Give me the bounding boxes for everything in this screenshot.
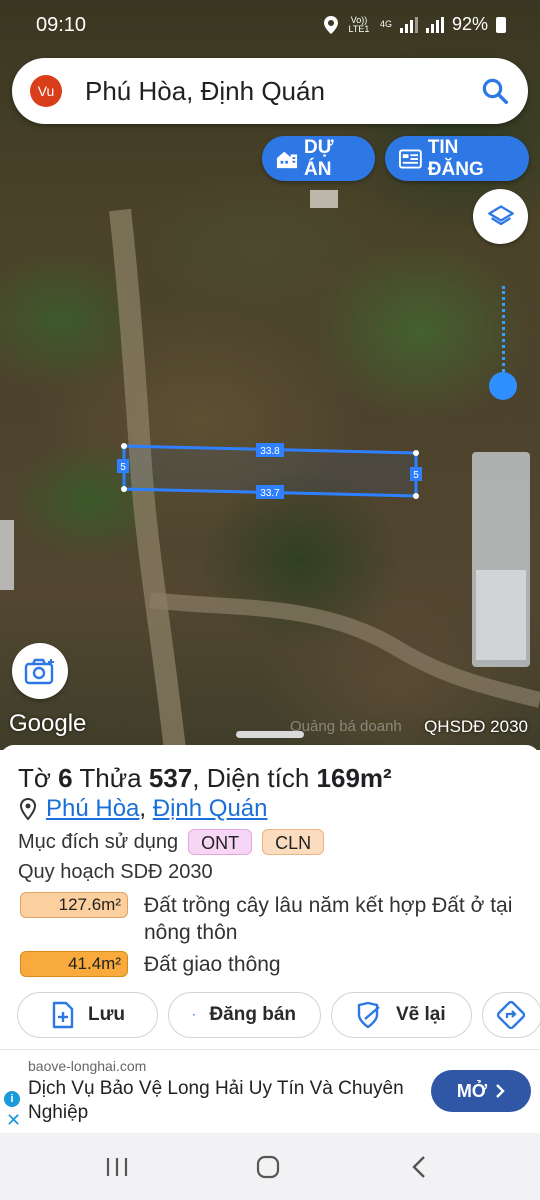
draw-shield-icon: [357, 1001, 380, 1029]
battery-percent: 92%: [451, 14, 488, 34]
calendar-icon: [193, 1013, 196, 1017]
parcel-vertex[interactable]: [413, 493, 419, 499]
ad-domain: baove-longhai.com: [28, 1058, 147, 1074]
plan-description: Đất trồng cây lâu năm kết hợp Đất ở tại …: [144, 894, 513, 944]
status-icons: Vo)) LTE1 4G 92%: [323, 14, 506, 35]
status-bar: 09:10 Vo)) LTE1 4G 92%: [0, 0, 540, 52]
purpose-tag-cln[interactable]: CLN: [262, 829, 325, 855]
ad-info-icon[interactable]: i: [4, 1091, 20, 1107]
ad-cta-label: MỞ: [456, 1080, 488, 1101]
plan-area-box: 127.6m²: [20, 892, 128, 918]
dimension-right: 5: [413, 470, 419, 481]
plan-description: Đất giao thông: [144, 953, 281, 976]
watermark: Quảng bá doanh: [290, 718, 402, 735]
lot-number: 537: [148, 763, 193, 793]
layers-icon: [487, 204, 514, 225]
district-link[interactable]: Định Quán: [153, 795, 268, 822]
sell-label: Đăng bán: [209, 1004, 296, 1025]
sheet-number: 6: [58, 763, 73, 793]
map-building-left: [0, 520, 14, 590]
search-bar[interactable]: Vu Phú Hòa, Định Quán: [12, 58, 528, 124]
volte-indicator: Vo)) LTE1: [348, 14, 370, 34]
ad-banner[interactable]: baove-longhai.com Dịch Vụ Bảo Vệ Long Hả…: [0, 1049, 540, 1133]
location-icon: [323, 15, 338, 34]
search-query[interactable]: Phú Hòa, Định Quán: [85, 76, 325, 107]
back-button[interactable]: [404, 1153, 434, 1181]
battery-icon: [496, 16, 506, 33]
purpose-tag-ont[interactable]: ONT: [188, 829, 253, 855]
sheet-label: Tờ: [18, 763, 51, 793]
projects-button[interactable]: DỰ ÁN: [262, 136, 375, 181]
plan-item: 127.6m² Đất trồng cây lâu năm kết hợp Đấ…: [20, 892, 524, 946]
save-label: Lưu: [88, 1004, 125, 1025]
building-icon: [276, 151, 298, 168]
plan-area-box: 41.4m²: [20, 951, 128, 977]
status-time: 09:10: [36, 14, 87, 36]
purpose-label: Mục đích sử dụng: [18, 830, 179, 853]
ad-open-button[interactable]: MỞ: [431, 1070, 531, 1112]
parcel-vertex[interactable]: [413, 450, 419, 456]
map-building-roof: [476, 570, 526, 660]
parcel-vertex[interactable]: [121, 486, 127, 492]
projects-label: DỰ ÁN: [303, 136, 334, 180]
map-structure: [310, 190, 338, 208]
ward-link[interactable]: Phú Hòa: [46, 795, 139, 822]
dimension-bottom: 33.7: [260, 488, 280, 499]
camera-icon: [24, 658, 54, 685]
home-button[interactable]: [253, 1153, 283, 1181]
save-button[interactable]: Lưu: [17, 992, 158, 1038]
layers-button[interactable]: [473, 189, 528, 244]
listings-label: TIN ĐĂNG: [427, 136, 484, 180]
network-indicator: 4G: [379, 19, 392, 29]
directions-icon: [496, 1000, 526, 1030]
parcel-title: Tờ 6 Thửa 537, Diện tích 169m²: [18, 763, 392, 794]
opacity-slider-knob[interactable]: [489, 372, 517, 400]
ad-close-icon[interactable]: ✕: [6, 1110, 21, 1131]
plan-title: Quy hoạch SDĐ 2030: [18, 861, 213, 883]
ad-text[interactable]: Dịch Vụ Bảo Vệ Long Hải Uy Tín Và Chuyên…: [28, 1077, 408, 1125]
parcel-info-sheet[interactable]: Tờ 6 Thửa 537, Diện tích 169m² Phú Hòa, …: [0, 731, 540, 1047]
dimension-top: 33.8: [260, 446, 280, 457]
redraw-button[interactable]: Vẽ lại: [331, 992, 472, 1038]
area-value: 169m²: [316, 763, 392, 793]
opacity-slider-track[interactable]: [502, 286, 506, 372]
map-layer-label: QHSDĐ 2030: [424, 717, 528, 736]
plan-item: 41.4m² Đất giao thông: [20, 951, 524, 978]
chevron-right-icon: [496, 1084, 505, 1098]
google-logo: Google: [9, 710, 87, 737]
sell-button[interactable]: Đăng bán: [168, 992, 321, 1038]
location-pin-icon: [20, 798, 36, 820]
satellite-map[interactable]: 33.8 33.7 5 5 09:10 Vo)) LTE1 4G 92% Vu …: [0, 0, 540, 750]
signal-icon: [399, 16, 418, 33]
land-use-purpose: Mục đích sử dụng ONT CLN: [18, 829, 325, 855]
camera-button[interactable]: [12, 643, 68, 699]
search-icon[interactable]: [480, 76, 510, 106]
redraw-label: Vẽ lại: [396, 1004, 446, 1025]
dimension-left: 5: [120, 462, 126, 473]
signal-icon-2: [425, 16, 444, 33]
recent-apps-button[interactable]: [102, 1153, 132, 1181]
sheet-handle[interactable]: [236, 731, 304, 738]
avatar[interactable]: Vu: [30, 75, 62, 107]
listings-button[interactable]: TIN ĐĂNG: [385, 136, 529, 181]
home-icon: [256, 1155, 280, 1179]
area-label: , Diện tích: [192, 763, 310, 793]
action-bar: Lưu Đăng bán Vẽ lại: [17, 992, 540, 1038]
parcel-vertex[interactable]: [121, 443, 127, 449]
back-icon: [412, 1156, 425, 1178]
system-nav-bar: [0, 1133, 540, 1200]
directions-button[interactable]: [482, 992, 540, 1038]
add-file-icon: [52, 1001, 74, 1029]
recent-apps-icon: [106, 1158, 128, 1176]
listing-icon: [399, 149, 422, 168]
lot-label: Thửa: [79, 763, 142, 793]
parcel-location: Phú Hòa, Định Quán: [20, 795, 268, 823]
